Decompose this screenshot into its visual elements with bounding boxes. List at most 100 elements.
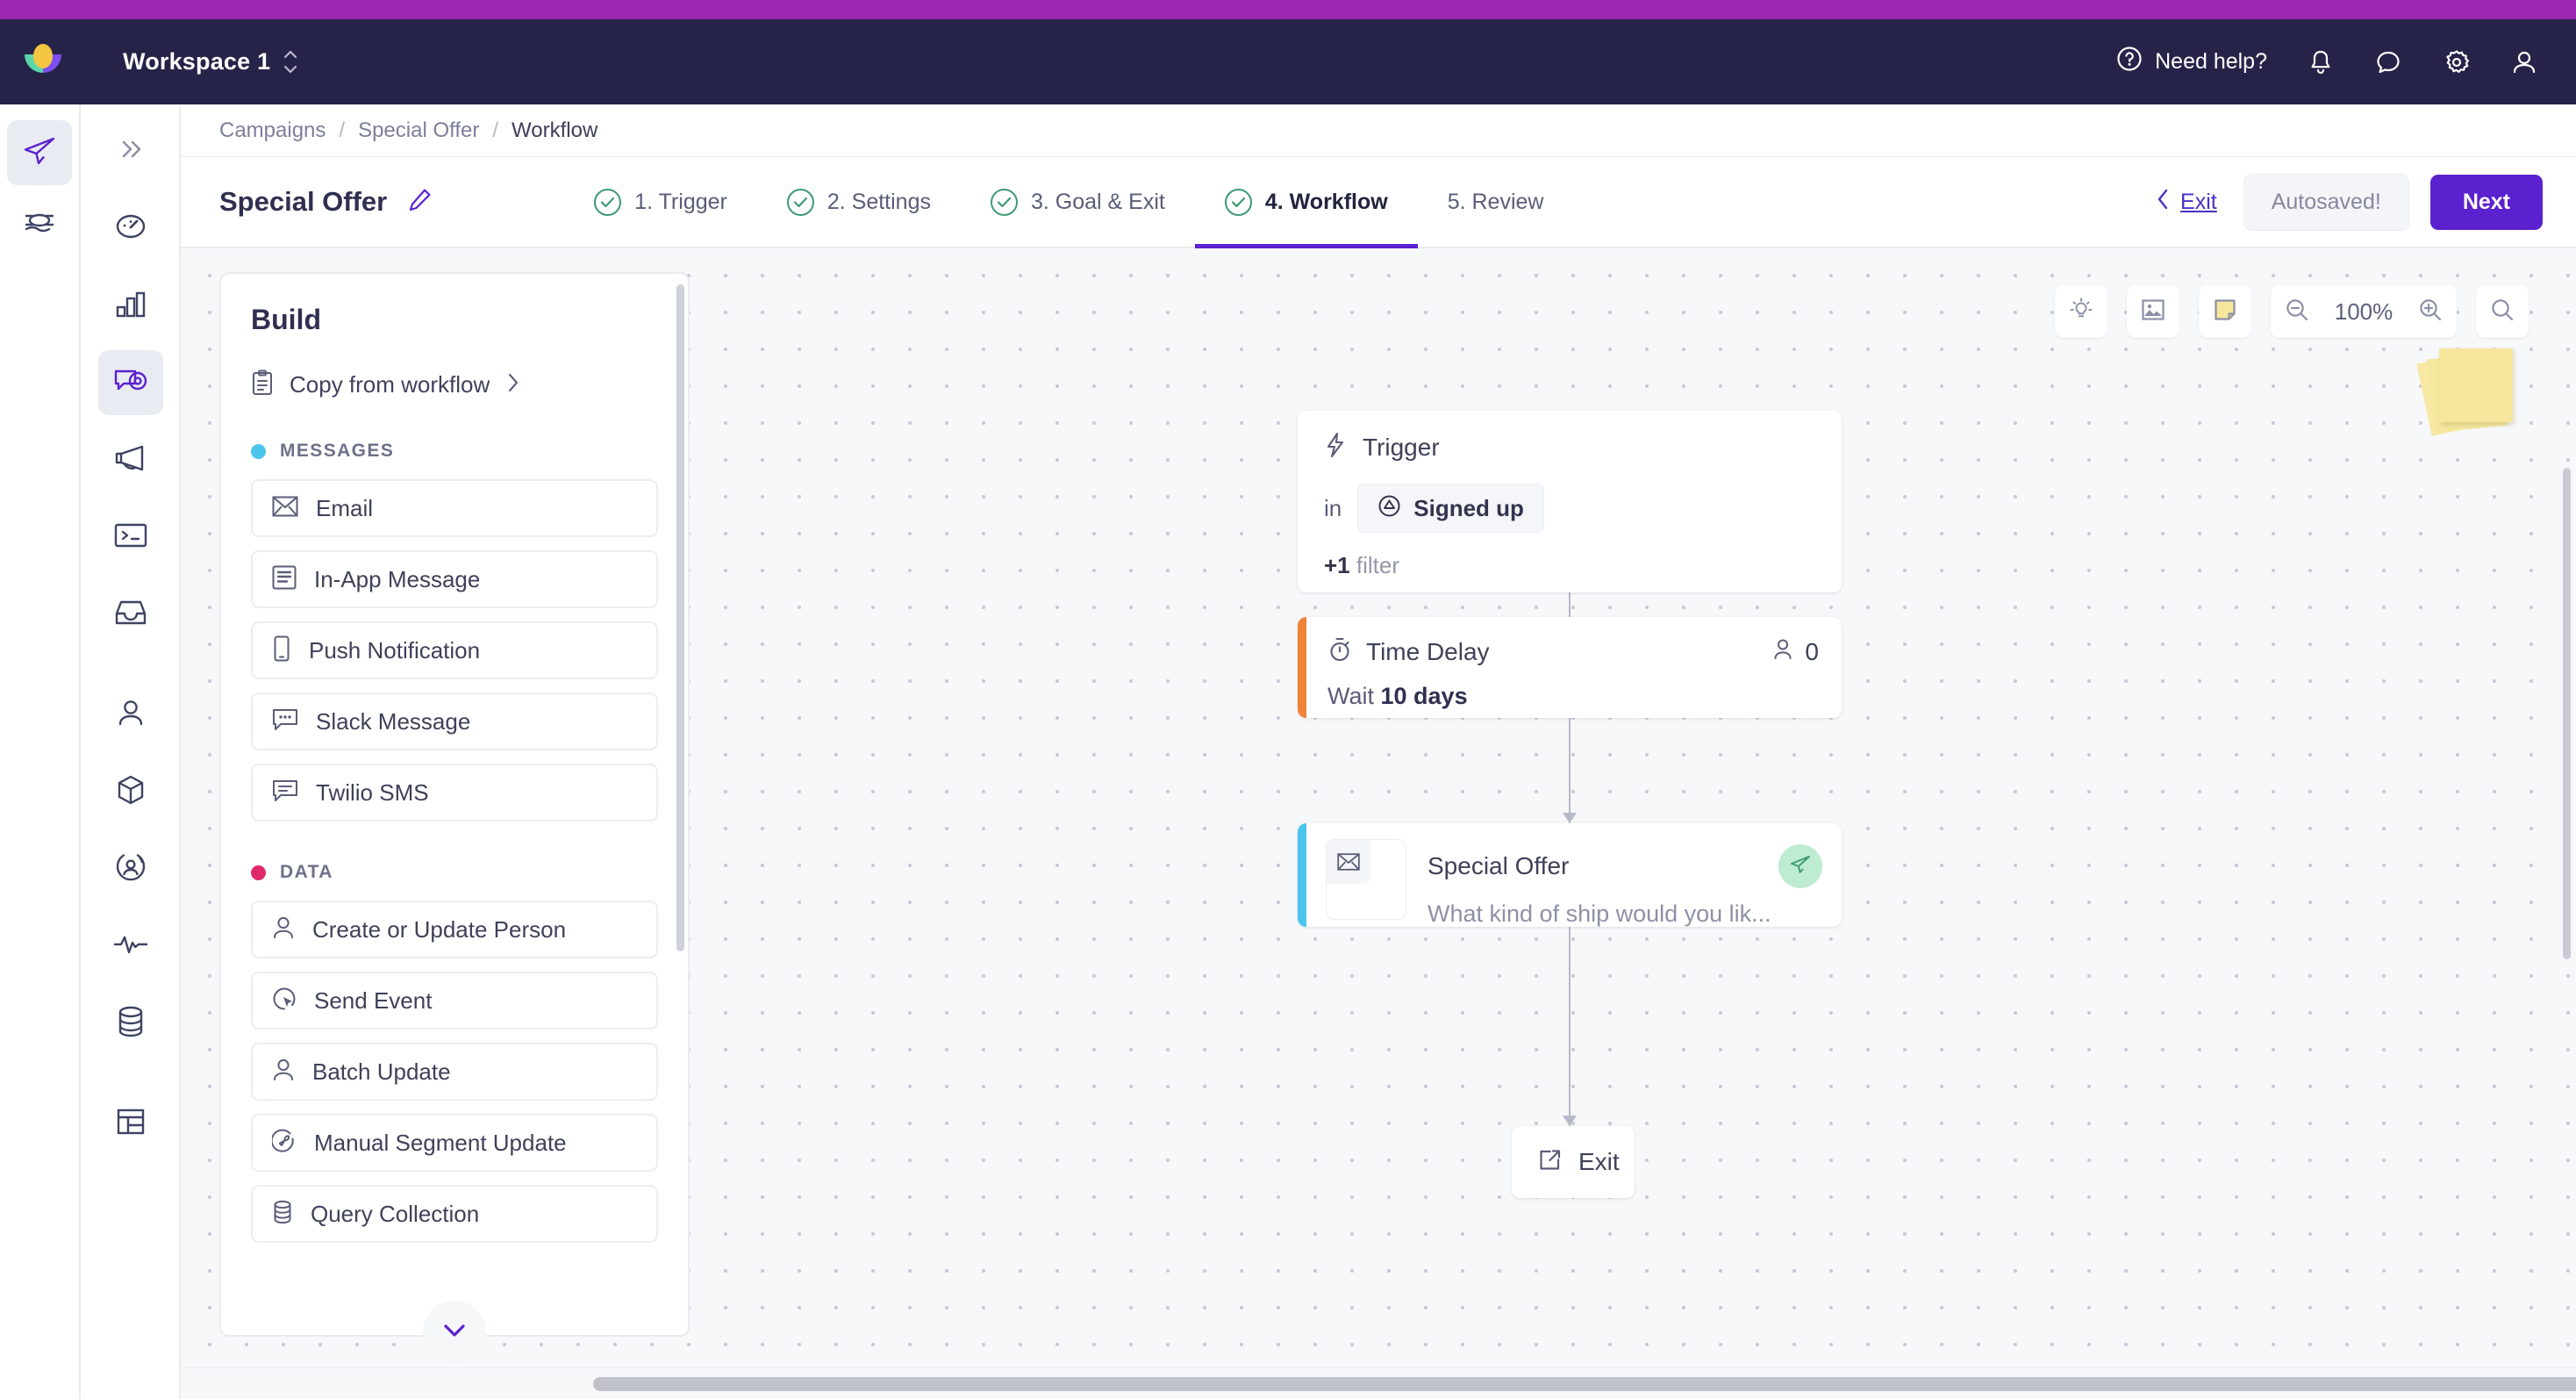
image-button[interactable] <box>2127 285 2179 338</box>
tab-trigger[interactable]: 1. Trigger <box>564 157 757 247</box>
mobile-icon <box>272 635 291 666</box>
people-count-value: 0 <box>1805 637 1819 665</box>
block-manual-segment-update[interactable]: Manual Segment Update <box>251 1114 658 1172</box>
canvas-vertical-scrollbar[interactable] <box>2563 468 2571 959</box>
block-twilio-sms[interactable]: Twilio SMS <box>251 764 658 821</box>
chat-icon[interactable] <box>2374 48 2402 76</box>
rail-item-api[interactable] <box>98 505 163 570</box>
workspace-switcher[interactable]: Workspace 1 <box>123 48 298 75</box>
node-exit[interactable]: Exit <box>1512 1126 1635 1198</box>
connector-delay-to-email <box>1569 718 1571 823</box>
block-push-notification[interactable]: Push Notification <box>251 621 658 679</box>
exit-label: Exit <box>2180 189 2217 214</box>
data-blocks: Create or Update Person Send Event Batch… <box>221 883 688 1243</box>
node-email[interactable]: Special Offer What kind of ship would yo… <box>1298 823 1842 927</box>
sticky-note-button[interactable] <box>2199 285 2251 338</box>
megaphone-icon <box>112 442 149 478</box>
rail-item-broadcasts[interactable] <box>98 427 163 492</box>
tab-settings[interactable]: 2. Settings <box>757 157 961 247</box>
zoom-level[interactable]: 100% <box>2323 298 2404 326</box>
next-button[interactable]: Next <box>2429 174 2543 230</box>
rail-item-objects[interactable] <box>98 759 163 824</box>
need-help-button[interactable]: Need help? <box>2116 46 2267 78</box>
check-icon <box>594 188 622 216</box>
section-label: MESSAGES <box>280 441 395 461</box>
block-email[interactable]: Email <box>251 479 658 537</box>
canvas-toolbar: 100% <box>2055 285 2529 338</box>
build-panel: Build Copy from workflow MESSAGES Email … <box>219 272 690 1364</box>
breadcrumb-special-offer[interactable]: Special Offer <box>358 118 479 143</box>
search-button[interactable] <box>2476 285 2529 338</box>
gear-icon[interactable] <box>2443 48 2471 76</box>
image-icon <box>2140 297 2166 327</box>
connector-trigger-to-delay <box>1569 592 1571 617</box>
app-logo[interactable] <box>16 35 70 90</box>
rail-item-data[interactable] <box>98 991 163 1056</box>
paper-plane-icon <box>1789 853 1812 880</box>
email-body: Special Offer What kind of ship would yo… <box>1428 839 1822 927</box>
zoom-in-icon <box>2417 297 2444 327</box>
copy-from-workflow-button[interactable]: Copy from workflow <box>221 336 688 400</box>
scroll-more-button[interactable] <box>423 1301 486 1364</box>
rail-item-expand[interactable] <box>98 118 163 183</box>
campaign-eye-icon <box>112 365 149 401</box>
primary-rail <box>0 104 81 1399</box>
in-app-icon <box>272 565 297 594</box>
block-label: In-App Message <box>314 565 481 592</box>
sticky-note-icon <box>2212 297 2238 327</box>
paper-plane-icon <box>21 133 58 174</box>
page-title: Special Offer <box>219 186 388 217</box>
external-link-icon <box>1536 1147 1563 1178</box>
rail-item-people[interactable] <box>98 682 163 747</box>
breadcrumb-separator: / <box>339 118 346 142</box>
rail-item-dashboard[interactable] <box>98 196 163 261</box>
block-query-collection[interactable]: Query Collection <box>251 1185 658 1243</box>
rail-item-collections[interactable] <box>98 1091 163 1156</box>
tab-workflow[interactable]: 4. Workflow <box>1194 157 1418 248</box>
rail-item-inbox[interactable] <box>98 582 163 647</box>
rail-item-analytics[interactable] <box>98 273 163 338</box>
node-time-delay[interactable]: Time Delay 0 Wait 10 days <box>1298 617 1842 718</box>
block-send-event[interactable]: Send Event <box>251 972 658 1030</box>
block-label: Send Event <box>314 986 433 1014</box>
node-delay-header: Time Delay 0 <box>1327 636 1819 667</box>
block-slack-message[interactable]: Slack Message <box>251 692 658 750</box>
block-in-app-message[interactable]: In-App Message <box>251 550 658 608</box>
tab-goal-exit[interactable]: 3. Goal & Exit <box>961 157 1195 247</box>
section-label: DATA <box>280 862 333 882</box>
step-tabs: 1. Trigger 2. Settings 3. Goal & Exit 4.… <box>564 157 1574 248</box>
lightning-icon <box>1324 432 1347 463</box>
tab-label: 5. Review <box>1447 189 1544 214</box>
breadcrumb-campaigns[interactable]: Campaigns <box>219 118 326 143</box>
condition-preposition: in <box>1324 494 1342 521</box>
exit-button[interactable]: Exit <box>2156 188 2217 217</box>
email-title-row: Special Offer <box>1428 844 1822 888</box>
bell-icon[interactable] <box>2308 48 2334 76</box>
rail-item-campaigns[interactable] <box>7 120 72 185</box>
check-icon <box>991 188 1018 216</box>
clipboard-icon <box>251 369 274 400</box>
block-create-or-update-person[interactable]: Create or Update Person <box>251 900 658 958</box>
rail-item-activity[interactable] <box>98 914 163 979</box>
envelope-icon <box>1327 840 1370 884</box>
rail-item-segments[interactable] <box>98 836 163 901</box>
block-batch-update[interactable]: Batch Update <box>251 1043 658 1101</box>
section-dot <box>251 865 266 880</box>
tab-review[interactable]: 5. Review <box>1418 157 1574 247</box>
horizontal-scrollbar-thumb[interactable] <box>593 1377 2576 1391</box>
secondary-rail <box>82 104 181 1399</box>
sticky-note-stack[interactable] <box>2416 343 2550 440</box>
rail-item-campaigns[interactable] <box>98 350 163 415</box>
pencil-icon[interactable] <box>406 187 433 218</box>
user-icon[interactable] <box>2511 48 2537 76</box>
tips-button[interactable] <box>2055 285 2107 338</box>
segment-chip[interactable]: Signed up <box>1357 484 1544 533</box>
email-preview-text: What kind of ship would you lik... <box>1428 900 1771 927</box>
node-trigger-header: Trigger <box>1324 432 1815 463</box>
build-panel-scrollbar[interactable] <box>676 284 684 951</box>
zoom-in-button[interactable] <box>2404 285 2457 338</box>
node-people-count: 0 <box>1772 637 1819 667</box>
node-trigger[interactable]: Trigger in Signed up +1 filter <box>1298 411 1842 592</box>
rail-item-layers[interactable] <box>7 192 72 257</box>
zoom-out-button[interactable] <box>2271 285 2323 338</box>
